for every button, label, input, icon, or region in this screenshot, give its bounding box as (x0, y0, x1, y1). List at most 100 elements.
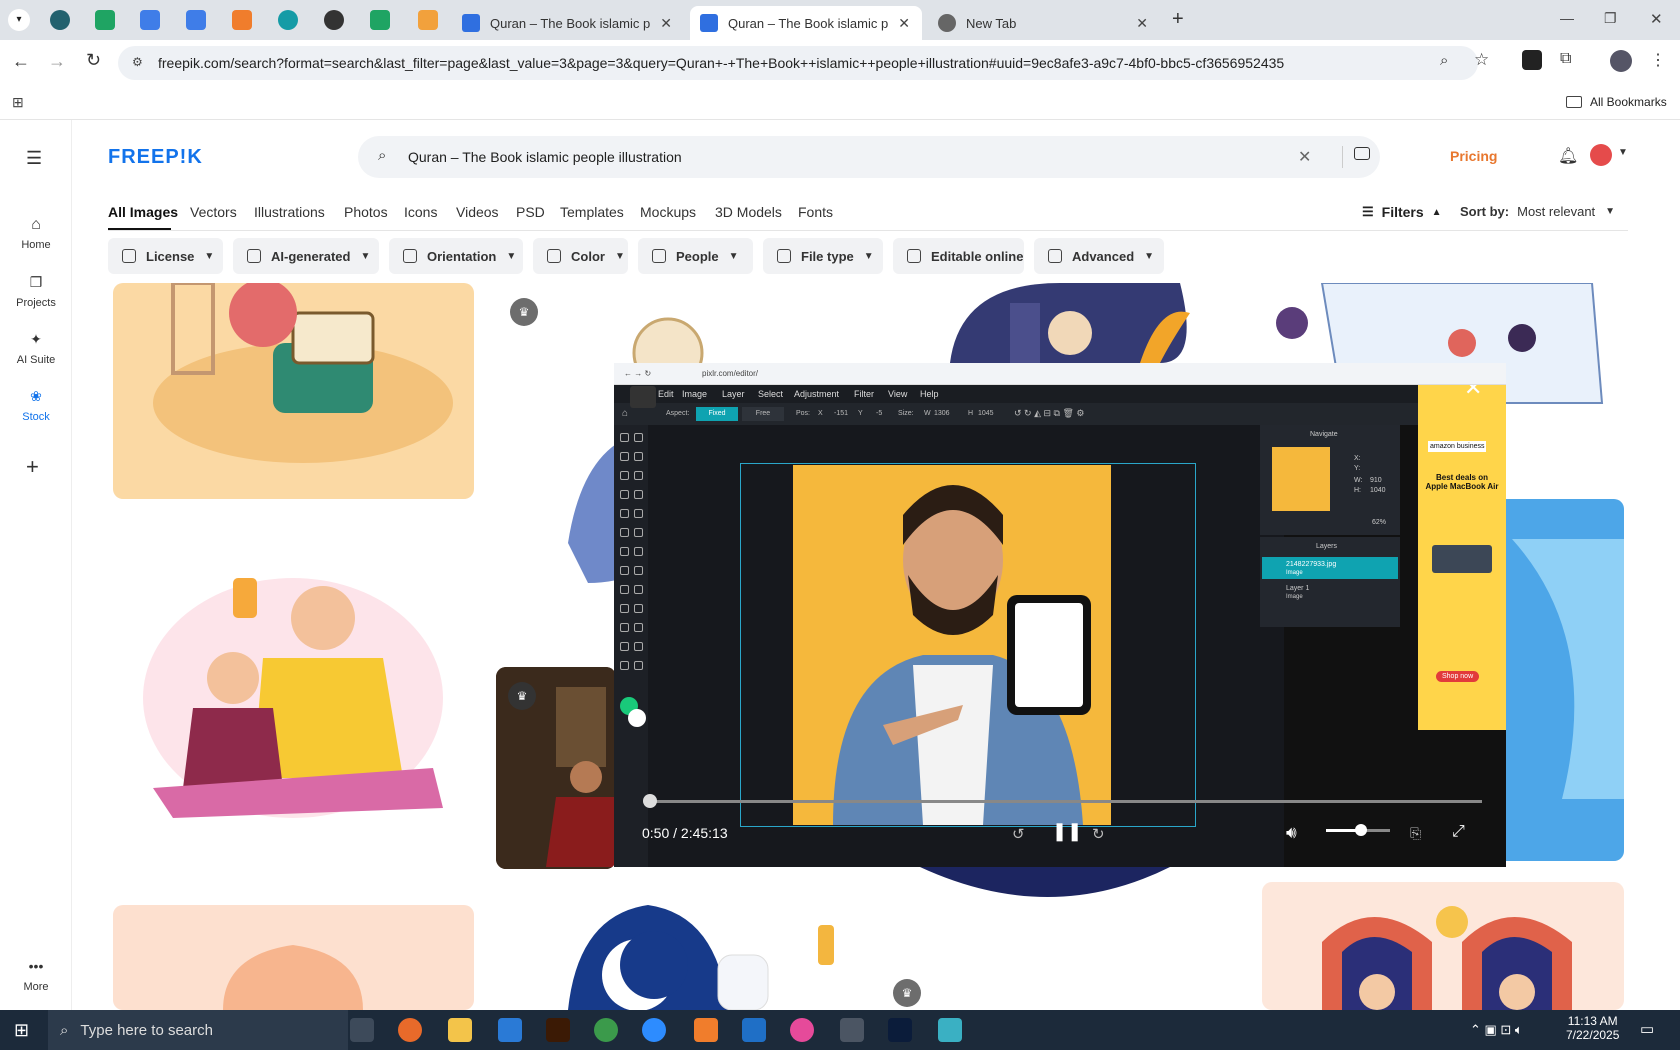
size-w-field[interactable]: 1306 (934, 410, 950, 417)
forward-button[interactable]: → (48, 51, 66, 72)
chrome-icon[interactable] (594, 1018, 618, 1042)
pricing-link[interactable]: Pricing (1450, 148, 1497, 164)
taskbar-search-box[interactable]: ⌕ Type here to search (48, 1010, 348, 1050)
editor-tool-icon[interactable] (620, 509, 629, 518)
editor-tool-icon[interactable] (620, 642, 629, 651)
zoom-icon[interactable] (642, 1018, 666, 1042)
layer-row[interactable]: Layer 1 Image (1262, 581, 1398, 603)
pinned-tab-openai-icon[interactable] (324, 10, 344, 30)
editor-tool-icon[interactable] (620, 490, 629, 499)
close-tab-icon[interactable]: ✕ (898, 15, 910, 32)
sidebar-item-home[interactable]: ⌂ Home (0, 216, 72, 251)
file-explorer-icon[interactable] (448, 1018, 472, 1042)
editor-tool-icon[interactable] (634, 490, 643, 499)
pinned-tab-sheets-icon[interactable] (370, 10, 390, 30)
close-window-button[interactable]: ✕ (1650, 10, 1663, 28)
layer-row-selected[interactable]: 2148227933.jpg Image (1262, 557, 1398, 579)
site-settings-icon[interactable]: ⚙ (132, 55, 143, 69)
image-card[interactable] (1262, 882, 1624, 1010)
editor-tool-icon[interactable] (634, 433, 643, 442)
editor-menu-layer[interactable]: Layer (722, 389, 745, 399)
apps-grid-icon[interactable]: ⊞ (12, 94, 24, 111)
sort-control[interactable]: Sort by: Most relevant ▼ (1460, 204, 1615, 219)
filter-ai-generated-button[interactable]: AI-generated ▼ (233, 238, 379, 274)
illustrator-icon[interactable] (546, 1018, 570, 1042)
bookmark-star-icon[interactable]: ☆ (1474, 50, 1489, 70)
pinned-tab-sheets-icon[interactable] (95, 10, 115, 30)
sidebar-item-stock[interactable]: ❀ Stock (0, 388, 72, 423)
app-icon[interactable] (790, 1018, 814, 1042)
pinned-tab-app-icon[interactable] (418, 10, 438, 30)
pinned-tab-app-icon[interactable] (278, 10, 298, 30)
outlook-icon[interactable] (742, 1018, 766, 1042)
sidebar-item-ai-suite[interactable]: ✦ AI Suite (0, 331, 72, 366)
video-progress-knob[interactable] (643, 794, 657, 808)
back-button[interactable]: ← (12, 51, 30, 72)
sidebar-item-projects[interactable]: ❐ Projects (0, 274, 72, 309)
notifications-icon[interactable]: ▭ (1640, 1020, 1654, 1038)
extensions-puzzle-icon[interactable]: ⧉ (1560, 50, 1571, 68)
pinned-tab-app-icon[interactable] (232, 10, 252, 30)
editor-tool-icon[interactable] (620, 623, 629, 632)
user-menu-chevron-icon[interactable]: ▼ (1618, 147, 1628, 158)
editor-tool-icon[interactable] (634, 528, 643, 537)
browser-menu-icon[interactable]: ⋮ (1650, 50, 1666, 70)
tab-vectors[interactable]: Vectors (190, 204, 237, 220)
forward-icon[interactable]: ↻ (1092, 825, 1105, 843)
close-tab-icon[interactable]: ✕ (660, 15, 672, 32)
editor-menu-adjustment[interactable]: Adjustment (794, 389, 839, 399)
aspect-free-button[interactable]: Free (742, 407, 784, 421)
restore-button[interactable]: ❐ (1604, 10, 1617, 27)
app-icon[interactable] (694, 1018, 718, 1042)
image-card[interactable] (113, 528, 474, 838)
pos-x-field[interactable]: -151 (834, 410, 848, 417)
size-h-field[interactable]: 1045 (978, 410, 994, 417)
video-progress-track[interactable] (646, 800, 1482, 803)
editor-tool-icon[interactable] (620, 433, 629, 442)
editor-tool-icon[interactable] (620, 566, 629, 575)
filter-color-button[interactable]: Color ▼ (533, 238, 628, 274)
pinned-tab-wordpress-icon[interactable] (50, 10, 70, 30)
freepik-logo[interactable]: FREEP!K (108, 146, 203, 169)
editor-tool-icon[interactable] (634, 452, 643, 461)
system-tray[interactable]: ⌃ ▣ ⊡ 🔈︎ (1470, 1022, 1523, 1038)
editor-tool-icon[interactable] (620, 585, 629, 594)
filter-people-button[interactable]: People ▼ (638, 238, 753, 274)
editor-menu-image[interactable]: Image (682, 389, 707, 399)
editor-menu-view[interactable]: View (888, 389, 907, 399)
filter-orientation-button[interactable]: Orientation ▼ (389, 238, 523, 274)
editor-menu-select[interactable]: Select (758, 389, 783, 399)
filter-file-type-button[interactable]: File type ▼ (763, 238, 883, 274)
editor-tool-icon[interactable] (620, 452, 629, 461)
windows-start-icon[interactable]: ⊞ (14, 1020, 29, 1041)
aspect-fixed-button[interactable]: Fixed (696, 407, 738, 421)
editor-tool-icon[interactable] (634, 547, 643, 556)
tab-search-icon[interactable]: ▾ (8, 9, 30, 31)
extension-icon[interactable] (1522, 50, 1542, 70)
image-card[interactable] (910, 867, 1190, 901)
profile-avatar[interactable] (1610, 50, 1632, 72)
editor-tool-icon[interactable] (634, 623, 643, 632)
reload-button[interactable]: ↻ (86, 50, 101, 71)
image-card[interactable] (900, 283, 1220, 373)
search-input[interactable]: ⌕ Quran – The Book islamic people illust… (358, 136, 1380, 178)
tab-templates[interactable]: Templates (560, 204, 624, 220)
new-tab-button[interactable]: + (1172, 8, 1184, 31)
editor-tool-icon[interactable] (634, 509, 643, 518)
tab-icons[interactable]: Icons (404, 204, 437, 220)
browser-tab-active[interactable]: Quran – The Book islamic peop ✕ (690, 6, 922, 40)
editor-tool-icon[interactable] (620, 661, 629, 670)
editor-menu-edit[interactable]: Edit (658, 389, 674, 399)
editor-tool-icon[interactable] (634, 604, 643, 613)
editor-tool-icon[interactable] (634, 566, 643, 575)
filter-license-button[interactable]: License ▼ (108, 238, 223, 274)
captions-icon[interactable]: ⎘ (1410, 825, 1421, 842)
notifications-bell-icon[interactable]: 🔔︎ (1558, 146, 1578, 166)
editor-tool-icon[interactable] (634, 661, 643, 670)
image-card[interactable] (113, 283, 474, 499)
add-button[interactable]: + (26, 454, 39, 480)
vscode-icon[interactable] (498, 1018, 522, 1042)
sidebar-item-more[interactable]: ••• More (0, 958, 72, 993)
hamburger-menu-icon[interactable]: ☰ (26, 148, 42, 169)
task-view-icon[interactable] (350, 1018, 374, 1042)
